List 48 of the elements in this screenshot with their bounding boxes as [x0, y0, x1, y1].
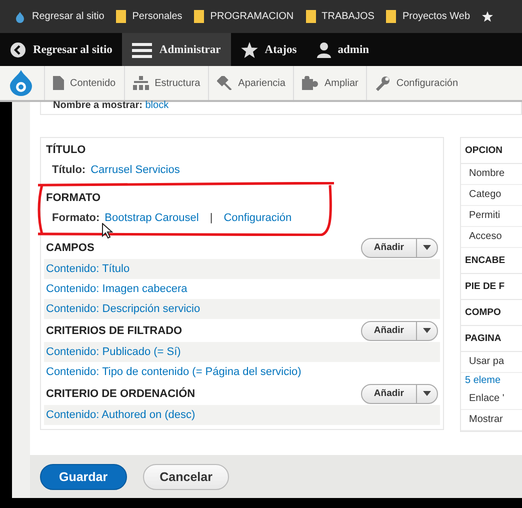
- section-title: OPCION: [465, 145, 502, 156]
- admin-menu-item[interactable]: Contenido: [44, 66, 124, 100]
- add-dropdown-button[interactable]: Añadir: [360, 320, 438, 340]
- section-title: CRITERIO DE ORDENACIÓN: [46, 388, 196, 400]
- setting-link[interactable]: Carrusel Servicios: [90, 164, 180, 176]
- field-link[interactable]: Contenido: Título: [46, 263, 130, 275]
- setting-label: Acceso: [469, 231, 502, 242]
- setting-link[interactable]: Bootstrap Carousel: [104, 212, 199, 224]
- toolbar-tab[interactable]: Regresar al sitio: [0, 33, 122, 66]
- section-title: PAGINA: [465, 333, 502, 344]
- toolbar-tab[interactable]: admin: [306, 33, 380, 66]
- section-title: CAMPOS: [46, 242, 94, 254]
- field-label: Título:: [52, 164, 86, 176]
- link-separator: |: [210, 212, 213, 224]
- setting-link[interactable]: 5 eleme: [465, 375, 501, 386]
- section-title: TÍTULO: [46, 144, 86, 156]
- field-link[interactable]: Contenido: Imagen cabecera: [46, 283, 188, 295]
- admin-menu-item[interactable]: Configuración: [366, 66, 466, 100]
- display-name-link[interactable]: block: [145, 100, 169, 111]
- field-label: Formato:: [52, 212, 100, 224]
- field-link[interactable]: Contenido: Tipo de contenido (= Página del servicio): [46, 366, 302, 378]
- cancel-button[interactable]: Cancelar: [142, 464, 230, 490]
- admin-menu-item[interactable]: Ampliar: [293, 66, 366, 100]
- bookmark[interactable]: Proyectos Web: [386, 10, 470, 23]
- field-label: Nombre a mostrar:: [53, 100, 142, 111]
- toolbar-tab[interactable]: Atajos: [230, 33, 307, 66]
- bookmark[interactable]: PROGRAMACION: [194, 10, 294, 23]
- section-title: COMPO: [465, 307, 501, 318]
- bookmark[interactable]: Personales: [116, 10, 182, 23]
- setting-label: Mostrar: [469, 414, 503, 425]
- setting-label: Enlace ': [469, 393, 504, 404]
- setting-label: Catego: [469, 189, 502, 200]
- admin-menu-item[interactable]: Apariencia: [208, 66, 294, 100]
- setting-label: Permiti: [469, 210, 500, 221]
- bookmark[interactable]: TRABAJOS: [306, 10, 374, 23]
- section-title: PIE DE F: [465, 281, 505, 292]
- setting-label: Usar pa: [469, 356, 504, 367]
- setting-link[interactable]: Configuración: [224, 212, 292, 224]
- admin-menu-item[interactable]: Estructura: [124, 66, 208, 100]
- save-button[interactable]: Guardar: [40, 464, 127, 490]
- toolbar-tab[interactable]: Administrar: [122, 33, 231, 66]
- section-title: ENCABE: [465, 255, 506, 266]
- add-dropdown-button[interactable]: Añadir: [360, 238, 438, 258]
- bookmark[interactable]: Regresar al sitio: [14, 10, 104, 22]
- section-title: FORMATO: [46, 192, 101, 204]
- setting-label: Nombre: [469, 168, 505, 179]
- add-dropdown-button[interactable]: Añadir: [360, 384, 438, 404]
- section-title: CRITERIOS DE FILTRADO: [46, 324, 182, 336]
